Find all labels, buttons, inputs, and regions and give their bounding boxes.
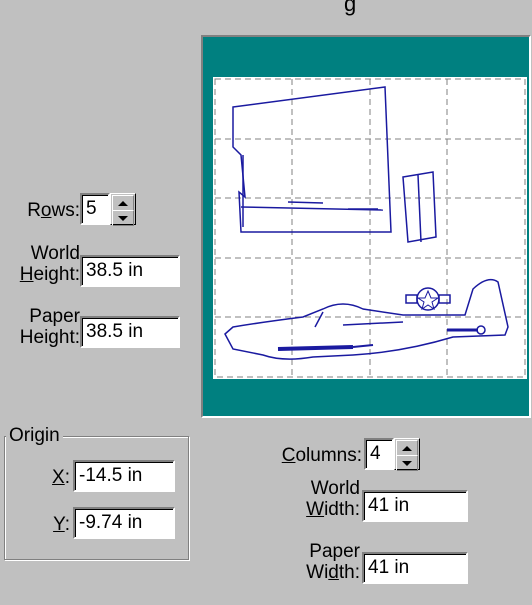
rows-spin-down[interactable] [112, 210, 134, 226]
rows-spin-up[interactable] [112, 195, 134, 211]
rows-input[interactable]: 5 [80, 193, 110, 225]
arrow-down-icon [402, 460, 412, 466]
print-tiling-preview [201, 35, 531, 418]
fuselage-stripe-1 [277, 345, 354, 351]
wing-detail-2 [287, 201, 324, 204]
origin-x-input[interactable]: -14.5 in [73, 460, 175, 492]
origin-y-input[interactable]: -9.74 in [73, 507, 175, 539]
columns-spinner[interactable] [394, 438, 420, 471]
columns-spin-down[interactable] [396, 455, 418, 471]
paper-height-input[interactable]: 38.5 in [80, 316, 180, 348]
dialog-title-fragment: g [344, 0, 357, 16]
world-width-input[interactable]: 41 in [362, 490, 468, 522]
world-height-input[interactable]: 38.5 in [80, 255, 180, 287]
world-height-label: World Height: [19, 243, 80, 285]
origin-group-title: Origin [6, 425, 63, 447]
paper-width-input[interactable]: 41 in [362, 552, 468, 584]
arrow-down-icon [118, 215, 128, 221]
arrow-up-icon [402, 445, 412, 451]
columns-input[interactable]: 4 [364, 438, 394, 470]
origin-group [4, 436, 189, 560]
rows-label: Rows: [27, 200, 80, 221]
paper-width-label: Paper Width: [306, 541, 360, 583]
origin-x-label: X: [52, 467, 70, 488]
rows-spinner[interactable] [110, 193, 136, 226]
world-width-label: World Width: [306, 478, 360, 520]
arrow-up-icon [118, 200, 128, 206]
columns-spin-up[interactable] [396, 440, 418, 456]
origin-y-label: Y: [53, 514, 70, 535]
preview-canvas [213, 77, 527, 379]
paper-height-label: Paper Height: [19, 306, 80, 348]
columns-label: Columns: [281, 445, 362, 466]
